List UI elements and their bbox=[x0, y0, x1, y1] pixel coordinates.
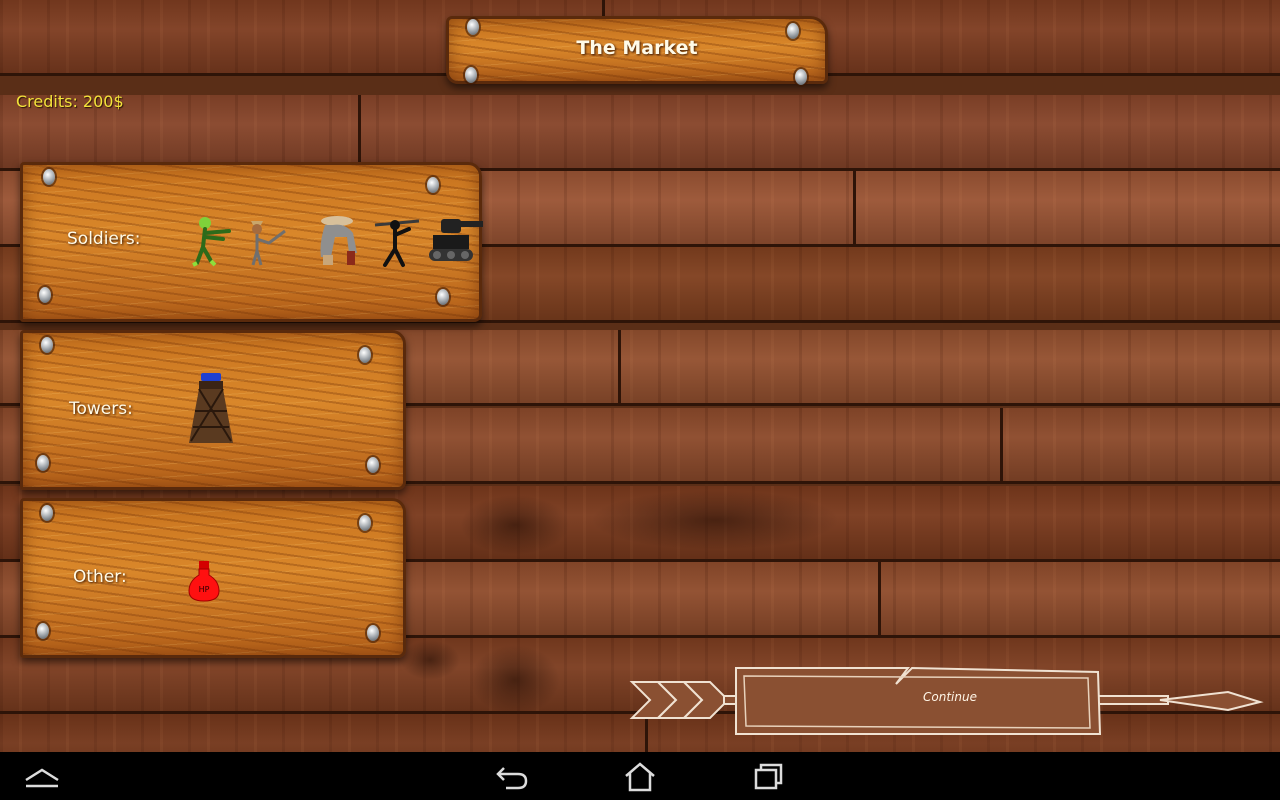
brute-soldier-icon[interactable] bbox=[309, 213, 365, 269]
tank-icon[interactable] bbox=[427, 211, 485, 267]
nail-icon bbox=[37, 623, 49, 639]
nail-icon bbox=[359, 515, 371, 531]
nail-icon bbox=[437, 289, 449, 305]
nail-icon bbox=[41, 505, 53, 521]
credits-display: Credits: 200$ bbox=[16, 92, 124, 111]
nail-icon bbox=[427, 177, 439, 193]
home-icon[interactable] bbox=[620, 760, 660, 792]
hide-nav-icon[interactable] bbox=[22, 760, 62, 792]
title-sign: The Market bbox=[446, 16, 828, 85]
other-board: Other: HP bbox=[20, 498, 406, 658]
zombie-soldier-icon[interactable] bbox=[191, 215, 243, 269]
nail-icon bbox=[39, 287, 51, 303]
nail-icon bbox=[37, 455, 49, 471]
potion-hp-text: HP bbox=[198, 585, 210, 594]
nail-icon bbox=[367, 625, 379, 641]
nail-icon bbox=[467, 19, 479, 35]
recent-apps-icon[interactable] bbox=[748, 760, 788, 792]
health-potion-icon[interactable]: HP bbox=[187, 559, 221, 603]
nail-icon bbox=[41, 337, 53, 353]
soldiers-board: Soldiers: bbox=[20, 162, 485, 322]
gunner-soldier-icon[interactable] bbox=[373, 213, 423, 269]
towers-label: Towers: bbox=[69, 399, 133, 419]
soldiers-label: Soldiers: bbox=[67, 229, 141, 249]
nail-icon bbox=[795, 69, 807, 85]
page-title: The Market bbox=[576, 37, 698, 59]
other-label: Other: bbox=[73, 567, 127, 587]
nail-icon bbox=[367, 457, 379, 473]
continue-button[interactable] bbox=[628, 662, 1264, 742]
sword-soldier-icon[interactable] bbox=[245, 217, 289, 269]
towers-board: Towers: bbox=[20, 330, 406, 490]
nail-icon bbox=[359, 347, 371, 363]
watchtower-icon[interactable] bbox=[185, 371, 237, 447]
back-icon[interactable] bbox=[492, 760, 532, 792]
system-nav-bar bbox=[0, 752, 1280, 800]
nail-icon bbox=[465, 67, 477, 83]
nail-icon bbox=[43, 169, 55, 185]
